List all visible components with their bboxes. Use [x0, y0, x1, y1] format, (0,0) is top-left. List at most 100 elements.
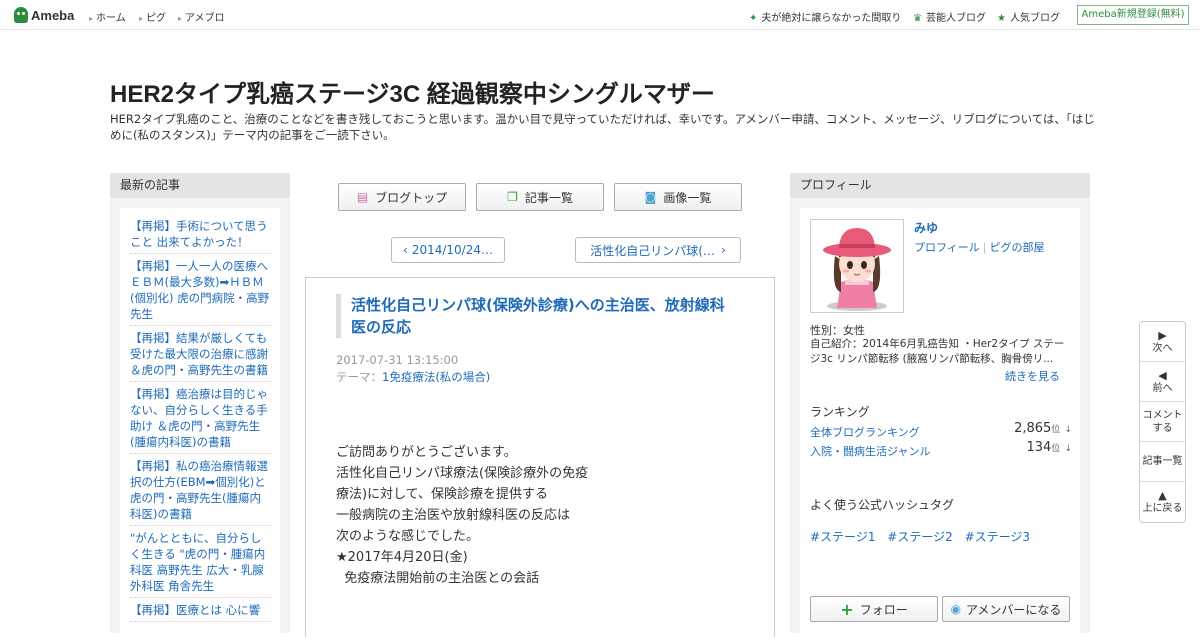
speech-bubble-icon: ◉ — [950, 602, 962, 616]
ameba-logo[interactable]: Ameba — [14, 6, 74, 24]
hashtag-text: #ステージ2 — [887, 530, 953, 544]
rank-down-arrow-icon: ↓ — [1064, 444, 1072, 454]
prev-article-button[interactable]: ‹ 2014/10/24… — [391, 237, 505, 263]
pigg-room-link[interactable]: ピグの部屋 — [990, 241, 1045, 254]
popular-blog-link[interactable]: ★ 人気ブログ — [997, 9, 1060, 24]
ranking-row: 入院・闘病生活ジャンル 134位 ↓ — [810, 440, 1072, 459]
chevron-left-icon: ‹ — [403, 243, 408, 257]
document-icon: ▤ — [356, 190, 369, 204]
recent-articles-panel: 最新の記事 【再掲】手術について思うこと 出来てよかった！ 【再掲】一人一人の医… — [110, 173, 290, 638]
image-list-button[interactable]: ◙ 画像一覧 — [614, 183, 742, 211]
profile-link[interactable]: プロフィール — [914, 241, 980, 254]
profile-gender: 性別：女性 — [810, 324, 865, 337]
prev-article-label: 2014/10/24… — [411, 243, 493, 257]
recent-article-item[interactable]: 【再掲】一人一人の医療へ ＥＢＭ(最大多数)➡ＨＢＭ(個別化) 虎の門病院・高野… — [130, 256, 272, 326]
global-header: Ameba ホーム ピグ アメブロ ✦夫が絶対に譲らなかった間取り ♛芸能人ブロ… — [0, 0, 1200, 30]
camera-icon: ◙ — [644, 190, 657, 204]
prev-page-button[interactable]: ◀ 前へ — [1140, 362, 1185, 402]
body-line: 一般病院の主治医や放射線科医の反応は — [336, 508, 571, 523]
signup-button[interactable]: Ameba新規登録(無料) — [1077, 5, 1189, 25]
recent-article-item[interactable]: 【再掲】癌治療は目的じゃない、自分らしく生きる手助け ＆虎の門・高野先生(腫瘍内… — [130, 384, 272, 454]
next-article-button[interactable]: 活性化自己リンパ球(… › — [575, 237, 741, 263]
celebrity-blog-link[interactable]: ♛ 芸能人ブログ — [913, 9, 986, 24]
article-date: 2017-07-31 13:15:00 — [336, 353, 459, 367]
article-title-block: 活性化自己リンパ球(保険外診療)への主治医、放射線科医の反応 — [336, 294, 736, 338]
nav-ameblo[interactable]: アメブロ — [178, 9, 225, 24]
hashtag-label: よく使う公式ハッシュタグ — [810, 498, 955, 512]
ameba-logo-icon — [14, 7, 28, 23]
popular-blog-label: 人気ブログ — [1009, 13, 1060, 24]
next-article-label: 活性化自己リンパ球(… — [590, 243, 715, 258]
body-line: ご訪問ありがとうございます。 — [336, 445, 517, 460]
promo-link-floorplan[interactable]: ✦ 夫が絶対に譲らなかった間取り — [749, 9, 901, 24]
avatar[interactable] — [810, 219, 904, 313]
list-label: 記事一覧 — [1142, 456, 1183, 467]
article-theme: テーマ：1免疫療法(私の場合) — [336, 369, 490, 385]
read-more-link[interactable]: 続きを見る — [1005, 368, 1060, 384]
ranking-name[interactable]: 入院・闘病生活ジャンル — [810, 445, 930, 458]
top-label: 上に戻る — [1142, 503, 1183, 514]
back-to-top-button[interactable]: ▲ 上に戻る — [1140, 482, 1185, 522]
article: 活性化自己リンパ球(保険外診療)への主治医、放射線科医の反応 2017-07-3… — [305, 277, 775, 637]
sidenav-article-list-button[interactable]: 記事一覧 — [1140, 442, 1185, 482]
plus-icon: + — [840, 599, 854, 619]
body-line: 次のような感じでした。 — [336, 529, 480, 544]
celebrity-blog-label: 芸能人ブログ — [925, 13, 986, 24]
amember-label: アメンバーになる — [966, 602, 1062, 617]
hashtag-link[interactable]: #ステージ3 — [965, 530, 1038, 544]
nav-pigg[interactable]: ピグ — [139, 9, 166, 24]
article-title[interactable]: 活性化自己リンパ球(保険外診療)への主治医、放射線科医の反応 — [351, 294, 736, 338]
image-list-label: 画像一覧 — [663, 190, 712, 205]
rank-number: 2,865 — [1014, 421, 1052, 436]
rank-unit: 位 — [1051, 425, 1061, 435]
ranking-value: 2,865位 ↓ — [1014, 421, 1072, 436]
recent-articles-header: 最新の記事 — [110, 173, 290, 198]
ranking-row: 全体ブログランキング 2,865位 ↓ — [810, 421, 1072, 440]
theme-link[interactable]: 1免疫療法(私の場合) — [382, 370, 490, 384]
hashtag-text: #ステージ1 — [810, 530, 876, 544]
recent-article-item[interactable]: "がんとともに、自分らしく生きる "虎の門・腫瘍内科医 高野先生 広大・乳腺外科… — [130, 528, 272, 598]
recent-article-item[interactable]: 【再掲】結果が厳しくても受けた最大限の治療に感謝 ＆虎の門・高野先生の書籍 — [130, 328, 272, 382]
chevron-right-icon: › — [720, 243, 726, 257]
link-separator: | — [982, 241, 987, 254]
profile-header: プロフィール — [790, 173, 1090, 198]
blog-title[interactable]: HER2タイプ乳癌ステージ3C 経過観察中シングルマザー — [110, 74, 715, 109]
hashtag-link[interactable]: #ステージ1 — [810, 530, 883, 544]
rank-unit: 位 — [1051, 444, 1061, 454]
next-label: 次へ — [1152, 342, 1173, 354]
triangle-up-icon: ▲ — [1158, 489, 1167, 502]
recent-article-item[interactable]: 【再掲】私の癌治療情報選択の仕方(EBM➡個別化)と虎の門・高野先生(腫瘍内科医… — [130, 456, 272, 526]
recent-article-item[interactable]: 【再掲】手術について思うこと 出来てよかった！ — [130, 216, 272, 254]
body-line: 活性化自己リンパ球療法(保険診療外の免疫 — [336, 466, 589, 481]
profile-name[interactable]: みゆ — [914, 219, 938, 236]
body-line: 療法)に対して、保険診療を提供する — [336, 487, 549, 502]
body-line: 免疫療法開始前の主治医との会話 — [336, 571, 540, 586]
comment-label: コメントする — [1142, 409, 1183, 434]
logo-text: Ameba — [31, 7, 75, 23]
article-list-button[interactable]: ❐ 記事一覧 — [476, 183, 604, 211]
amember-button[interactable]: ◉ アメンバーになる — [942, 596, 1070, 622]
blog-description: HER2タイプ乳癌のこと、治療のことなどを書き残しておこうと思います。温かい目で… — [110, 112, 1095, 142]
triangle-right-icon: ▶ — [1158, 328, 1167, 342]
profile-intro: 自己紹介：2014年6月乳癌告知 ・Her2タイプ ステージ3c リンパ節転移 … — [810, 338, 1065, 365]
ranking-name[interactable]: 全体ブログランキング — [810, 426, 920, 439]
profile-panel: プロフィール みゆ プロフィール | ピグの部屋 性別：女性 自己紹介：2014… — [790, 173, 1090, 638]
next-page-button[interactable]: ▶ 次へ — [1140, 322, 1185, 362]
follow-button[interactable]: + フォロー — [810, 596, 938, 622]
nav-home[interactable]: ホーム — [89, 9, 126, 24]
theme-label: テーマ： — [336, 370, 382, 384]
hashtag-link[interactable]: #ステージ2 — [887, 530, 960, 544]
star-icon: ★ — [997, 13, 1006, 24]
rank-down-arrow-icon: ↓ — [1064, 425, 1072, 435]
comment-button[interactable]: コメントする — [1140, 402, 1185, 442]
blog-top-button[interactable]: ▤ ブログトップ — [338, 183, 466, 211]
recent-articles-list: 【再掲】手術について思うこと 出来てよかった！ 【再掲】一人一人の医療へ ＥＢＭ… — [120, 208, 280, 638]
prev-label: 前へ — [1152, 382, 1173, 394]
recent-article-item[interactable]: 【再掲】医療とは 心に響 — [130, 600, 272, 622]
blog-top-label: ブログトップ — [375, 190, 448, 205]
profile-links: プロフィール | ピグの部屋 — [914, 239, 1045, 255]
rank-number: 134 — [1026, 440, 1052, 455]
floating-nav: ▶ 次へ ◀ 前へ コメントする 記事一覧 ▲ 上に戻る — [1139, 321, 1186, 523]
article-list-label: 記事一覧 — [524, 190, 573, 205]
profile-box: みゆ プロフィール | ピグの部屋 性別：女性 自己紹介：2014年6月乳癌告知 ・… — [800, 208, 1080, 638]
